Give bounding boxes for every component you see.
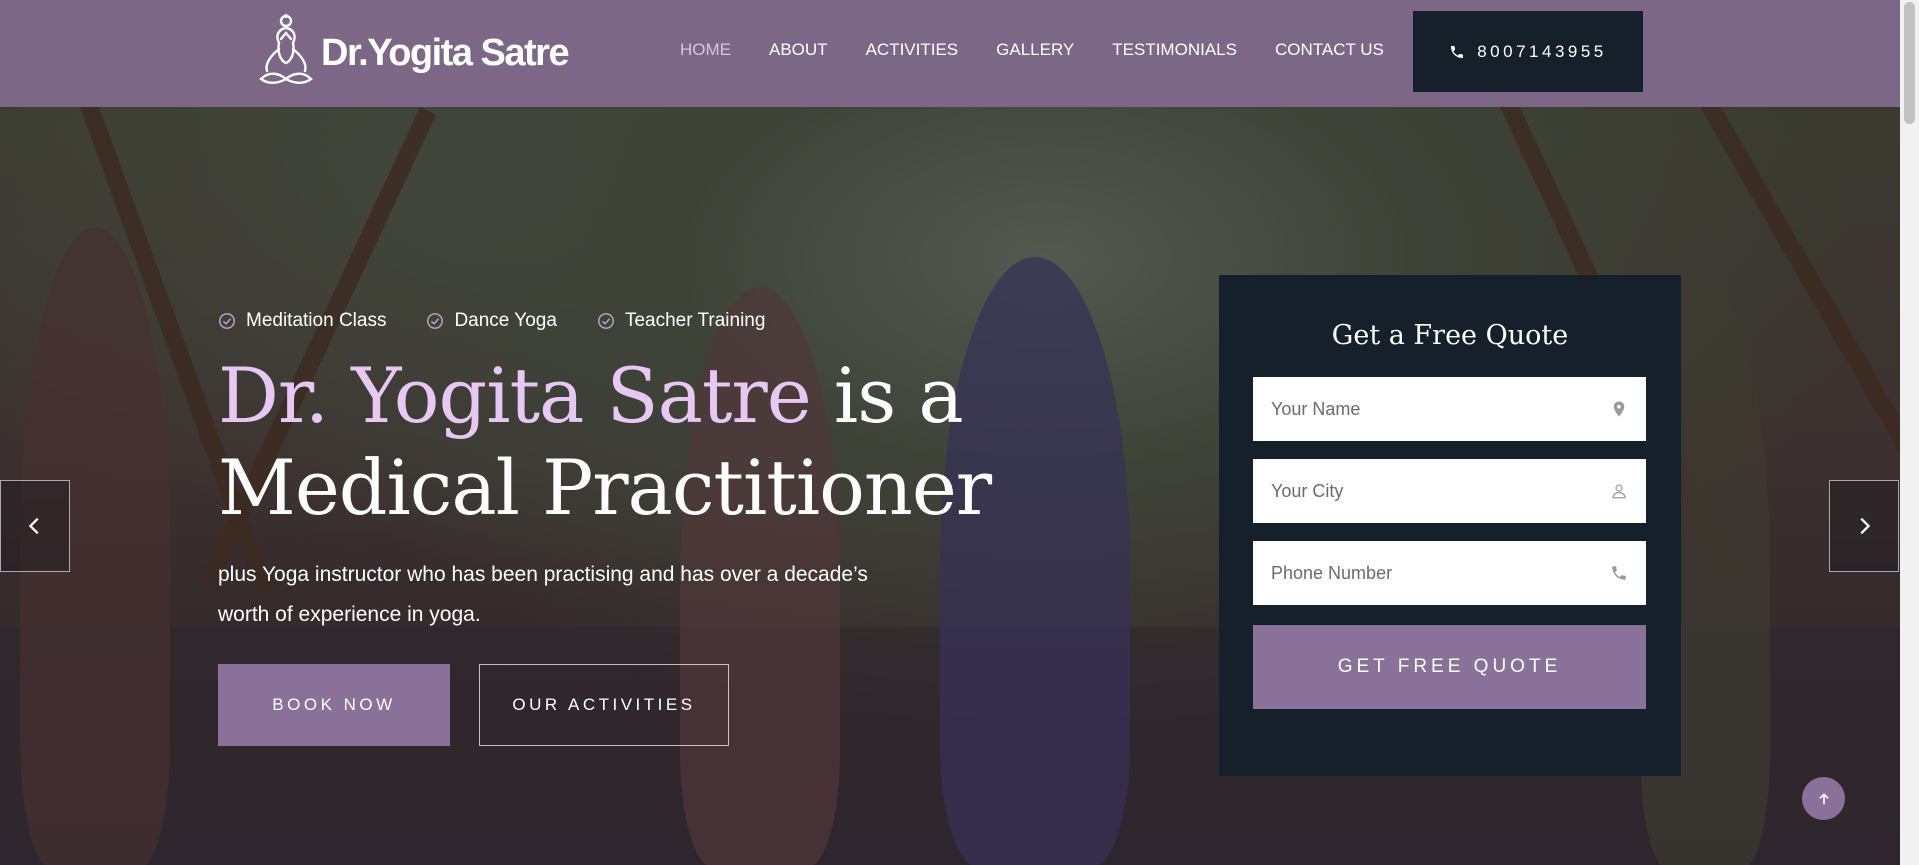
check-circle-icon — [219, 313, 235, 329]
quote-form: Get a Free Quote GET FREE QUOTE — [1219, 275, 1681, 776]
tag-teacher-training: Teacher Training — [597, 310, 765, 332]
book-now-button[interactable]: BOOK NOW — [218, 664, 450, 746]
check-circle-icon — [598, 313, 614, 329]
site-header: Dr.Yogita Satre HOME ABOUT ACTIVITIES GA… — [0, 0, 1900, 107]
yoga-logo-icon — [259, 13, 313, 84]
arrow-up-icon — [1818, 792, 1829, 804]
hero-slider: Meditation Class Dance Yoga Teacher Trai… — [0, 107, 1900, 865]
tag-dance-yoga: Dance Yoga — [426, 310, 557, 332]
tag-meditation: Meditation Class — [218, 310, 386, 332]
scroll-to-top-button[interactable] — [1802, 777, 1845, 820]
city-input[interactable] — [1271, 480, 1571, 502]
name-input[interactable] — [1271, 398, 1571, 420]
our-activities-button[interactable]: OUR ACTIVITIES — [479, 664, 729, 746]
headline-part-1: is a — [810, 351, 964, 440]
phone-icon — [1612, 566, 1626, 580]
get-free-quote-button[interactable]: GET FREE QUOTE — [1253, 625, 1646, 709]
phone-number: 8007143955 — [1477, 41, 1607, 61]
nav-gallery[interactable]: GALLERY — [996, 40, 1074, 60]
nav-testimonials[interactable]: TESTIMONIALS — [1112, 40, 1237, 60]
scrollbar-thumb[interactable] — [1904, 2, 1915, 124]
headline-part-2: Medical Practitioner — [218, 443, 992, 532]
chevron-left-icon — [28, 517, 39, 535]
class-tags: Meditation Class Dance Yoga Teacher Trai… — [218, 310, 765, 332]
slider-prev-button[interactable] — [0, 480, 70, 572]
user-icon — [1612, 484, 1626, 499]
quote-title: Get a Free Quote — [1331, 320, 1569, 351]
phone-field[interactable] — [1253, 541, 1646, 605]
main-nav: HOME ABOUT ACTIVITIES GALLERY TESTIMONIA… — [680, 40, 1422, 60]
phone-icon — [1451, 45, 1464, 58]
logo[interactable]: Dr.Yogita Satre — [255, 13, 570, 89]
map-pin-icon — [1613, 401, 1625, 417]
city-field[interactable] — [1253, 459, 1646, 523]
nav-activities[interactable]: ACTIVITIES — [866, 40, 959, 60]
phone-input[interactable] — [1271, 562, 1571, 584]
name-field[interactable] — [1253, 377, 1646, 441]
nav-home[interactable]: HOME — [680, 40, 731, 60]
phone-button[interactable]: 8007143955 — [1413, 11, 1643, 92]
page-scrollbar[interactable] — [1900, 0, 1919, 865]
chevron-right-icon — [1860, 517, 1871, 535]
hero-headline: Dr. Yogita Satre is a Medical Practition… — [218, 350, 1118, 534]
slider-next-button[interactable] — [1829, 480, 1899, 572]
check-circle-icon — [427, 313, 444, 329]
logo-text: Dr.Yogita Satre — [321, 31, 570, 74]
headline-highlight: Dr. Yogita Satre — [218, 351, 812, 440]
nav-contact-us[interactable]: CONTACT US — [1275, 40, 1384, 60]
nav-about[interactable]: ABOUT — [769, 40, 828, 60]
hero-subtext: plus Yoga instructor who has been practi… — [218, 563, 868, 626]
